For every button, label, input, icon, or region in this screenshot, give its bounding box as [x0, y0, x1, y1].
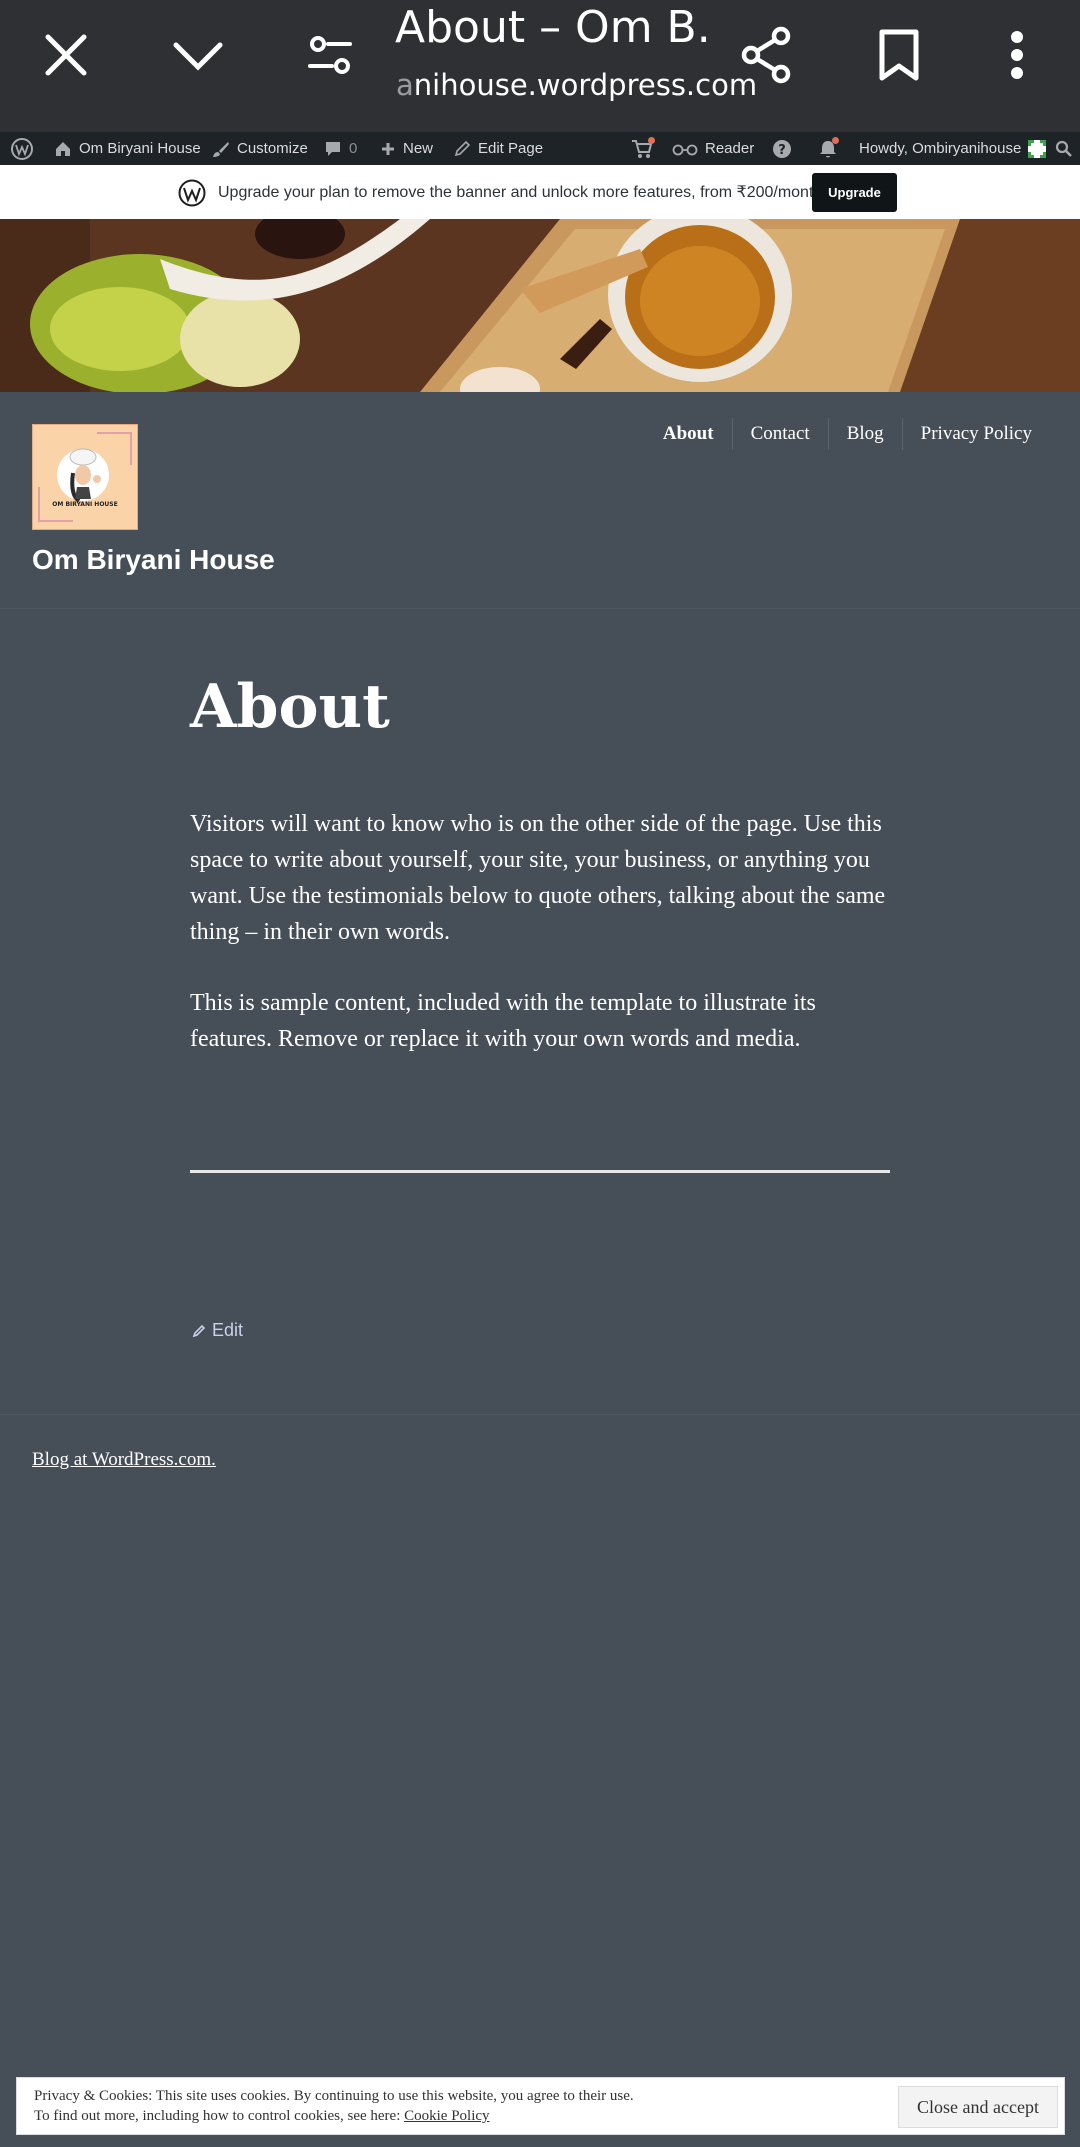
admin-new-link[interactable]: New — [380, 132, 433, 165]
edit-link[interactable]: Edit — [192, 1320, 243, 1341]
admin-customize-link[interactable]: Customize — [212, 132, 308, 165]
nav-item-blog[interactable]: Blog — [827, 418, 902, 450]
close-icon[interactable] — [31, 20, 101, 90]
admin-reader-link[interactable]: Reader — [672, 132, 754, 165]
svg-text:?: ? — [778, 143, 786, 158]
admin-site-link[interactable]: Om Biryani House — [54, 132, 201, 165]
nav-item-about[interactable]: About — [645, 418, 732, 450]
footer-wordpress-link[interactable]: Blog at WordPress.com. — [32, 1449, 216, 1471]
main-navigation: About Contact Blog Privacy Policy — [645, 418, 1050, 450]
admin-comments-count: 0 — [349, 140, 358, 157]
upgrade-banner: Upgrade your plan to remove the banner a… — [0, 165, 1080, 219]
help-icon[interactable]: ? — [772, 132, 792, 165]
admin-site-name: Om Biryani House — [79, 140, 201, 157]
wp-admin-bar: Om Biryani House Customize 0 New Edit Pa… — [0, 132, 1080, 165]
cart-icon[interactable] — [631, 132, 655, 165]
cookie-line-1: Privacy & Cookies: This site uses cookie… — [34, 2088, 634, 2104]
upgrade-banner-text: Upgrade your plan to remove the banner a… — [218, 184, 823, 201]
site-title[interactable]: Om Biryani House — [32, 544, 275, 576]
admin-comments-link[interactable]: 0 — [324, 132, 357, 165]
browser-url[interactable]: anihouse.wordpress.com — [396, 68, 757, 102]
notifications-icon[interactable] — [818, 132, 839, 165]
cookie-line-2: To find out more, including how to contr… — [34, 2108, 490, 2124]
bookmark-icon[interactable] — [864, 20, 934, 90]
admin-new-label: New — [403, 140, 434, 157]
brush-icon — [213, 141, 229, 157]
nav-item-contact[interactable]: Contact — [731, 418, 828, 450]
site-logo[interactable]: OM BIRYANI HOUSE — [32, 424, 138, 530]
admin-edit-page-link[interactable]: Edit Page — [453, 132, 543, 165]
site-footer: Blog at WordPress.com. — [0, 1414, 1080, 1514]
admin-account-menu[interactable]: Howdy, Ombiryanihouse — [859, 132, 1047, 165]
close-and-accept-button[interactable]: Close and accept — [898, 2086, 1058, 2128]
content-paragraph: This is sample content, included with th… — [190, 990, 816, 1052]
plus-icon — [382, 142, 394, 155]
site-header: OM BIRYANI HOUSE Om Biryani House About … — [0, 392, 1080, 609]
more-vert-icon[interactable] — [982, 20, 1052, 90]
upgrade-button[interactable]: Upgrade — [812, 173, 897, 212]
pencil-icon — [192, 1324, 206, 1337]
admin-howdy-label: Howdy, Ombiryanihouse — [859, 140, 1022, 157]
wordpress-logo-icon — [178, 179, 206, 207]
tune-icon[interactable] — [295, 20, 365, 90]
share-icon[interactable] — [731, 20, 801, 90]
entry-content: Visitors will want to know who is on the… — [190, 806, 900, 1092]
pencil-icon — [454, 140, 471, 156]
cookie-policy-link[interactable]: Cookie Policy — [404, 2108, 489, 2124]
edit-link-label: Edit — [212, 1320, 244, 1340]
header-image — [0, 219, 1080, 392]
home-icon — [56, 141, 70, 156]
glasses-icon — [672, 144, 698, 155]
avatar — [1028, 139, 1047, 158]
cookie-banner: Privacy & Cookies: This site uses cookie… — [16, 2077, 1065, 2135]
wordpress-logo-icon[interactable] — [10, 132, 34, 165]
nav-item-privacy-policy[interactable]: Privacy Policy — [901, 418, 1050, 450]
admin-edit-page-label: Edit Page — [478, 140, 544, 157]
admin-reader-label: Reader — [705, 140, 755, 157]
chevron-down-icon[interactable] — [163, 20, 233, 90]
content-paragraph: Visitors will want to know who is on the… — [190, 811, 886, 945]
comment-icon — [326, 141, 340, 156]
separator — [190, 1170, 890, 1173]
page-title: About — [190, 672, 390, 742]
browser-toolbar: About – Om B... anihouse.wordpress.com — [0, 0, 1080, 132]
cookie-text: Privacy & Cookies: This site uses cookie… — [34, 2086, 634, 2126]
site-logo-text: OM BIRYANI HOUSE — [52, 501, 118, 508]
admin-customize-label: Customize — [237, 140, 308, 157]
browser-page-title: About – Om B... — [395, 2, 715, 53]
search-icon[interactable] — [1055, 132, 1073, 165]
